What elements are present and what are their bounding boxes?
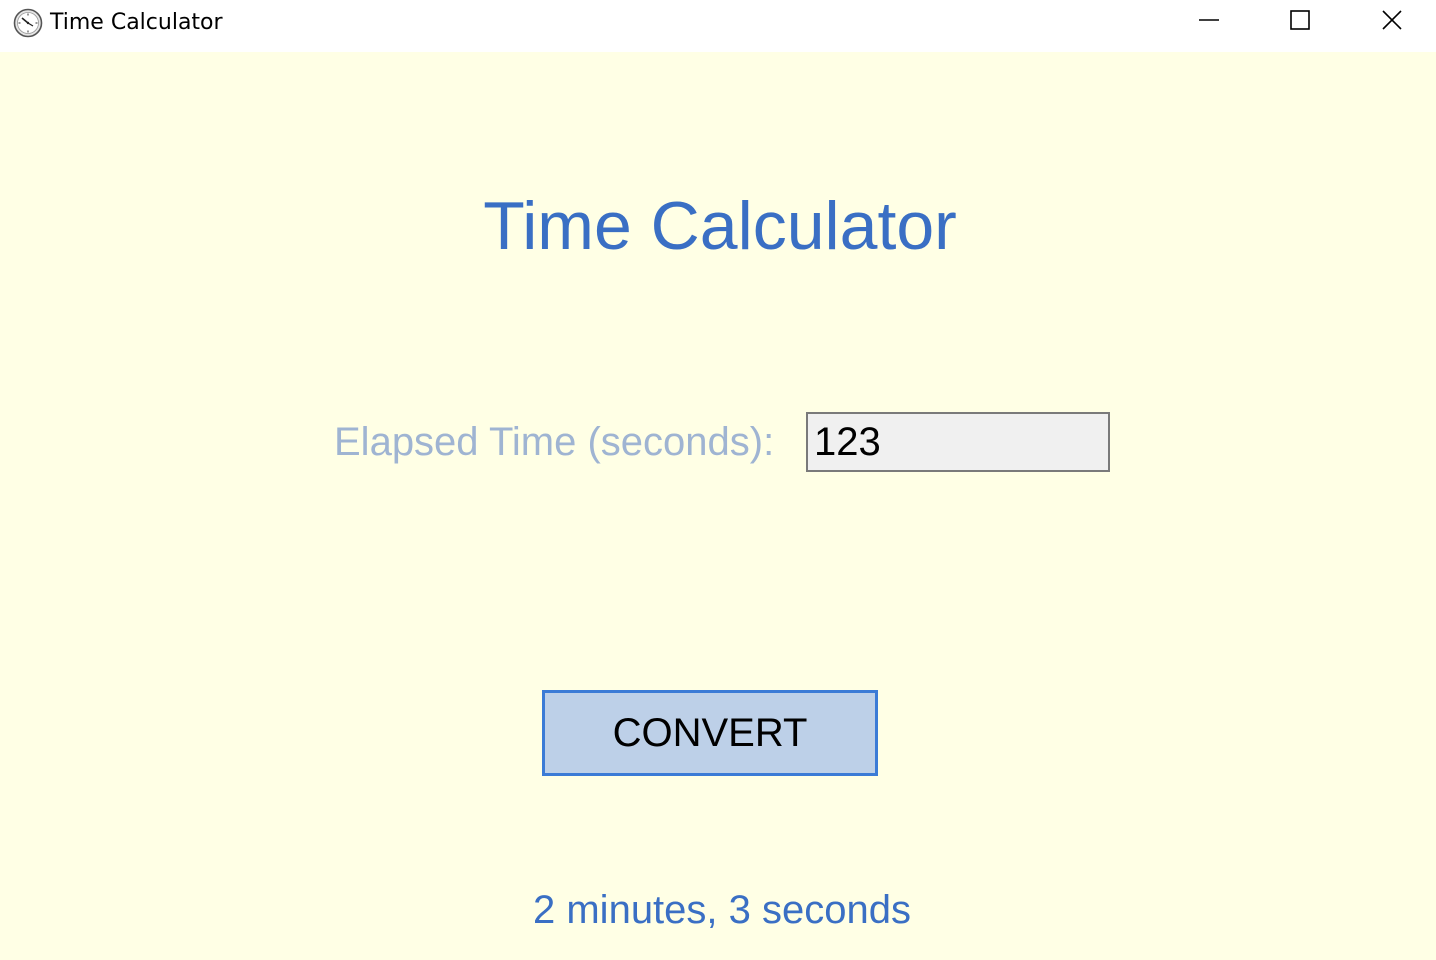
elapsed-time-input[interactable] bbox=[806, 412, 1110, 472]
close-icon bbox=[1381, 9, 1403, 36]
page-title: Time Calculator bbox=[483, 188, 957, 264]
close-button[interactable] bbox=[1346, 0, 1436, 44]
maximize-icon bbox=[1289, 9, 1311, 36]
window-title: Time Calculator bbox=[50, 10, 223, 35]
convert-button[interactable]: CONVERT bbox=[542, 690, 878, 776]
title-bar[interactable]: Time Calculator bbox=[0, 0, 1436, 52]
minimize-icon bbox=[1198, 9, 1220, 36]
minimize-button[interactable] bbox=[1163, 0, 1255, 44]
result-text: 2 minutes, 3 seconds bbox=[533, 888, 911, 932]
clock-icon bbox=[13, 8, 43, 38]
maximize-button[interactable] bbox=[1254, 0, 1346, 44]
elapsed-time-label: Elapsed Time (seconds): bbox=[334, 420, 775, 464]
app-window: Time Calculator Time Calculator Elapsed … bbox=[0, 0, 1436, 960]
